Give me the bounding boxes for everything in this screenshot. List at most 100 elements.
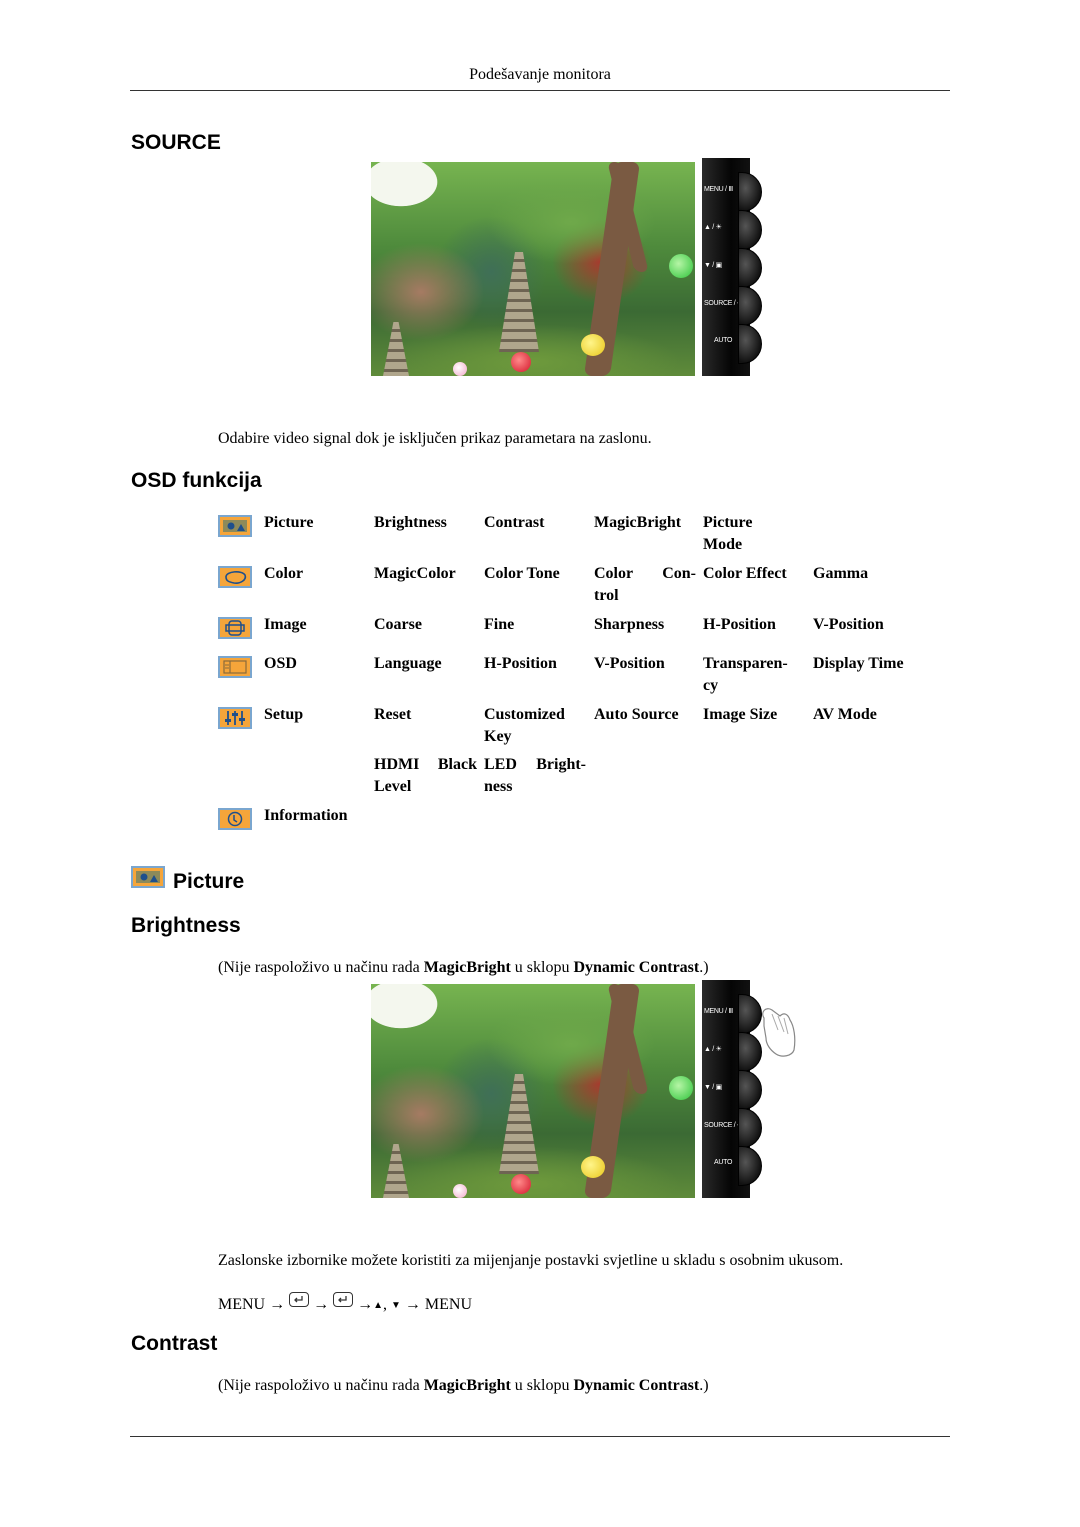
contrast-availability-note: (Nije raspoloživo u načinu rada MagicBri…: [218, 1377, 709, 1395]
osd-item[interactable]: MagicColor: [374, 563, 484, 614]
source-knob: [738, 1108, 762, 1148]
osd-item[interactable]: Brightness: [374, 512, 484, 563]
up-brightness-button[interactable]: ▲ / ☀: [702, 1032, 762, 1072]
osd-item[interactable]: Reset: [374, 704, 484, 748]
osd-item-word: Black: [437, 756, 477, 773]
osd-item[interactable]: V-Position: [594, 653, 703, 704]
osd-item[interactable]: Language: [374, 653, 484, 704]
osd-item-word: Con-: [662, 565, 696, 582]
osd-item[interactable]: MagicBright: [594, 512, 703, 563]
green-lantern: [669, 1076, 693, 1100]
picture-icon: [218, 515, 252, 537]
down-button[interactable]: ▼ / ▣: [702, 248, 762, 288]
osd-menu-osd[interactable]: OSD: [264, 653, 374, 704]
note-dynamic-contrast: Dynamic Contrast: [573, 959, 700, 976]
osd-item-word: Bright-: [536, 756, 586, 773]
osd-item[interactable]: LED Bright-ness: [484, 748, 594, 805]
osd-item[interactable]: H-Position: [703, 614, 813, 653]
osd-item-line: ness: [484, 778, 513, 795]
osd-item[interactable]: H-Position: [484, 653, 594, 704]
note-text: (Nije raspoloživo u načinu rada: [218, 1377, 424, 1394]
menu-button[interactable]: MENU / Ⅲ: [702, 994, 762, 1034]
osd-function-table: Picture Brightness Contrast MagicBright …: [218, 512, 923, 837]
arrow-right-icon: →: [404, 1296, 421, 1313]
osd-menu-picture[interactable]: Picture: [264, 512, 374, 563]
osd-item[interactable]: Customized Key: [484, 704, 594, 748]
nav-comma: ,: [383, 1296, 388, 1313]
pink-lantern: [453, 1184, 467, 1198]
source-heading: SOURCE: [131, 131, 221, 154]
osd-item[interactable]: Gamma: [813, 563, 923, 614]
menu-button[interactable]: MENU / Ⅲ: [702, 172, 762, 212]
down-knob: [738, 248, 762, 288]
osd-item[interactable]: HDMI Black Level: [374, 748, 484, 805]
yellow-lantern: [581, 334, 605, 356]
source-enter-button[interactable]: SOURCE / ↵: [702, 1108, 762, 1148]
osd-item[interactable]: Color Con-trol: [594, 563, 703, 614]
osd-item[interactable]: AV Mode: [813, 704, 923, 748]
pagoda-large: [499, 252, 539, 352]
osd-item-line: Picture: [703, 514, 753, 531]
enter-key-icon: [289, 1292, 310, 1307]
image-icon: [218, 617, 252, 639]
osd-item[interactable]: Transparen-cy: [703, 653, 813, 704]
osd-item-line: Customized: [484, 706, 565, 723]
monitor-control-panel: MENU / Ⅲ ▲ / ☀ ▼ / ▣ SOURCE / ↵ AUTO: [702, 980, 762, 1198]
osd-menu-image[interactable]: Image: [264, 614, 374, 653]
auto-button[interactable]: AUTO: [702, 1146, 762, 1186]
osd-item[interactable]: Color Tone: [484, 563, 594, 614]
osd-item[interactable]: Contrast: [484, 512, 594, 563]
osd-item[interactable]: Display Time: [813, 653, 923, 704]
osd-menu-setup[interactable]: Setup: [264, 704, 374, 748]
osd-item-line: Mode: [703, 536, 743, 553]
osd-icon: [218, 656, 252, 678]
osd-item-word: HDMI: [374, 756, 420, 773]
osd-menu-information[interactable]: Information: [264, 805, 484, 837]
osd-menu-color[interactable]: Color: [264, 563, 374, 614]
osd-item-line: Transparen-: [703, 655, 788, 672]
osd-item: [813, 512, 923, 563]
osd-item-line: cy: [703, 677, 719, 694]
pink-lantern: [453, 362, 467, 376]
osd-item[interactable]: Color Effect: [703, 563, 813, 614]
information-icon: [218, 808, 252, 830]
note-text: u sklopu: [510, 959, 574, 976]
up-brightness-icon: ▲ / ☀: [704, 224, 722, 231]
osd-item[interactable]: Coarse: [374, 614, 484, 653]
osd-item[interactable]: Sharpness: [594, 614, 703, 653]
source-enter-button[interactable]: SOURCE / ↵: [702, 286, 762, 326]
down-triangle-icon: ▼: [391, 1300, 401, 1311]
red-lantern: [511, 1174, 531, 1194]
osd-item[interactable]: Image Size: [703, 704, 813, 748]
down-button[interactable]: ▼ / ▣: [702, 1070, 762, 1110]
footer-divider: [130, 1436, 950, 1437]
contrast-heading: Contrast: [131, 1332, 218, 1355]
osd-item-line: trol: [594, 587, 619, 604]
osd-item[interactable]: Fine: [484, 614, 594, 653]
up-brightness-button[interactable]: ▲ / ☀: [702, 210, 762, 250]
auto-button[interactable]: AUTO: [702, 324, 762, 364]
osd-item[interactable]: Auto Source: [594, 704, 703, 748]
osd-item[interactable]: V-Position: [813, 614, 923, 653]
source-knob: [738, 286, 762, 326]
brightness-heading: Brightness: [131, 914, 241, 937]
up-knob: [738, 210, 762, 250]
color-icon: [218, 566, 252, 588]
down-knob: [738, 1070, 762, 1110]
setup-icon: [218, 707, 252, 729]
nav-menu-end: MENU: [424, 1296, 473, 1313]
source-enter-icon: SOURCE / ↵: [704, 1122, 743, 1129]
up-brightness-icon: ▲ / ☀: [704, 1046, 722, 1053]
brightness-availability-note: (Nije raspoloživo u načinu rada MagicBri…: [218, 959, 709, 977]
osd-item[interactable]: Picture Mode: [703, 512, 813, 563]
auto-knob: [738, 324, 762, 364]
arrow-right-icon: →: [357, 1296, 374, 1313]
auto-icon: AUTO: [714, 337, 733, 344]
table-row: Information: [218, 805, 923, 837]
table-row: Picture Brightness Contrast MagicBright …: [218, 512, 923, 563]
osd-heading: OSD funkcija: [131, 469, 262, 492]
osd-item-line: Level: [374, 778, 412, 795]
table-row: Image Coarse Fine Sharpness H-Position V…: [218, 614, 923, 653]
pagoda-small: [383, 322, 409, 376]
table-row: Setup Reset Customized Key Auto Source Im…: [218, 704, 923, 748]
